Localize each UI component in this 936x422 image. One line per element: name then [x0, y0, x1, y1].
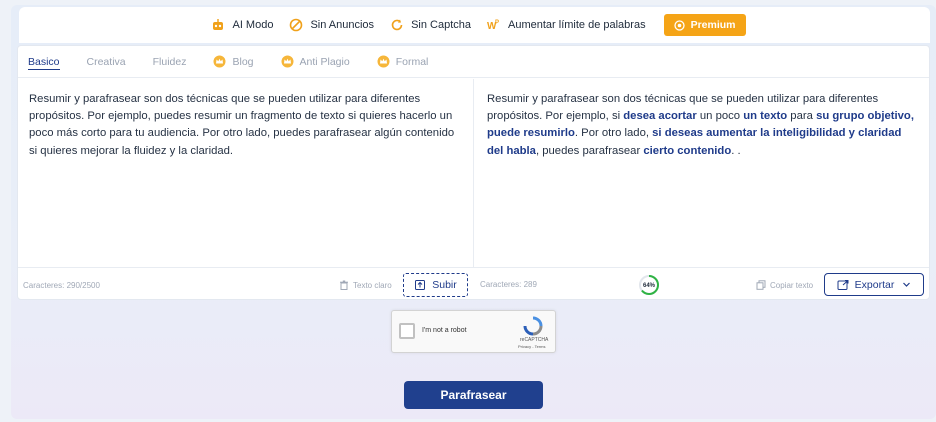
- feature-aumentar-limite: WP Aumentar límite de palabras: [487, 18, 646, 32]
- clear-text-button[interactable]: Texto claro: [339, 280, 392, 290]
- tab-blog[interactable]: Blog: [213, 46, 254, 77]
- recaptcha-brand: reCAPTCHA: [520, 337, 549, 343]
- features-bar: AI Modo Sin Anuncios Sin Captcha WP Aume…: [19, 7, 930, 43]
- output-changed-segment: un texto: [743, 110, 788, 123]
- tab-fluidez[interactable]: Fluidez: [153, 46, 187, 77]
- recaptcha-checkbox[interactable]: [399, 323, 415, 339]
- robot-icon: [211, 18, 225, 32]
- output-changed-segment: cierto contenido: [643, 144, 732, 157]
- export-label: Exportar: [854, 278, 895, 291]
- feature-label: Sin Anuncios: [310, 19, 375, 31]
- recaptcha-logo-icon: [523, 316, 543, 336]
- output-segment: . .: [731, 144, 741, 157]
- svg-text:P: P: [495, 20, 499, 26]
- tab-creativa[interactable]: Creativa: [87, 46, 126, 77]
- trash-icon: [339, 280, 349, 290]
- recaptcha-terms-link[interactable]: Privacy - Terms: [518, 344, 545, 349]
- crown-icon: [377, 55, 390, 68]
- feature-sin-anuncios: Sin Anuncios: [289, 18, 374, 32]
- paraphrase-panel: Basico Creativa Fluidez Blog Anti Plagio…: [17, 45, 930, 300]
- wp-icon: WP: [487, 18, 501, 32]
- input-textarea[interactable]: Resumir y parafrasear son dos técnicas q…: [18, 79, 474, 267]
- recaptcha-widget: I'm not a robot reCAPTCHA Privacy - Term…: [391, 310, 556, 353]
- copy-text-button[interactable]: Copiar texto: [756, 280, 813, 290]
- no-ads-icon: [289, 18, 303, 32]
- crown-icon: [281, 55, 294, 68]
- tab-formal[interactable]: Formal: [377, 46, 429, 77]
- similarity-gauge: 64%: [639, 275, 659, 295]
- panel-footer: Caracteres: 290/2500 Texto claro Subir C…: [18, 267, 929, 300]
- premium-icon: [673, 19, 685, 31]
- paraphrase-button-label: Parafrasear: [440, 388, 507, 402]
- feature-label: Aumentar límite de palabras: [508, 19, 646, 31]
- tab-label: Anti Plagio: [299, 55, 350, 68]
- tab-label: Blog: [232, 55, 254, 68]
- feature-label: AI Modo: [232, 19, 274, 31]
- output-changed-segment: desea acortar: [623, 110, 697, 123]
- output-text-area: Resumir y parafrasear son dos técnicas q…: [474, 79, 929, 267]
- mode-tabs: Basico Creativa Fluidez Blog Anti Plagio…: [18, 46, 929, 78]
- output-segment: . Por otro lado,: [574, 127, 653, 140]
- upload-icon: [414, 279, 426, 291]
- upload-button[interactable]: Subir: [403, 273, 468, 297]
- refresh-icon: [390, 18, 404, 32]
- export-icon: [837, 279, 849, 291]
- feature-ai-modo: AI Modo: [211, 18, 273, 32]
- clear-text-label: Texto claro: [353, 280, 392, 290]
- chevron-down-icon: [902, 280, 911, 289]
- tab-basico[interactable]: Basico: [28, 46, 60, 77]
- crown-icon: [213, 55, 226, 68]
- output-segment: para: [787, 110, 817, 123]
- input-text: Resumir y parafrasear son dos técnicas q…: [29, 93, 455, 157]
- copy-text-label: Copiar texto: [770, 280, 814, 290]
- tab-label: Creativa: [86, 55, 126, 68]
- output-segment: , puedes parafrasear: [535, 144, 644, 157]
- feature-label: Sin Captcha: [411, 19, 471, 31]
- tab-label: Fluidez: [152, 55, 187, 68]
- copy-icon: [756, 280, 766, 290]
- tab-label: Basico: [28, 55, 60, 68]
- output-segment: un poco: [696, 110, 744, 123]
- input-char-count: Caracteres: 290/2500: [23, 281, 100, 290]
- premium-label: Premium: [690, 19, 736, 31]
- tab-anti-plagio[interactable]: Anti Plagio: [281, 46, 350, 77]
- premium-button[interactable]: Premium: [663, 14, 746, 36]
- export-button[interactable]: Exportar: [824, 273, 924, 296]
- gauge-label: 64%: [643, 283, 656, 289]
- recaptcha-label: I'm not a robot: [422, 327, 467, 334]
- tab-label: Formal: [395, 55, 429, 68]
- upload-label: Subir: [432, 279, 457, 291]
- output-char-count: Caracteres: 289: [480, 280, 537, 289]
- feature-sin-captcha: Sin Captcha: [390, 18, 471, 32]
- paraphrase-button[interactable]: Parafrasear: [404, 381, 543, 409]
